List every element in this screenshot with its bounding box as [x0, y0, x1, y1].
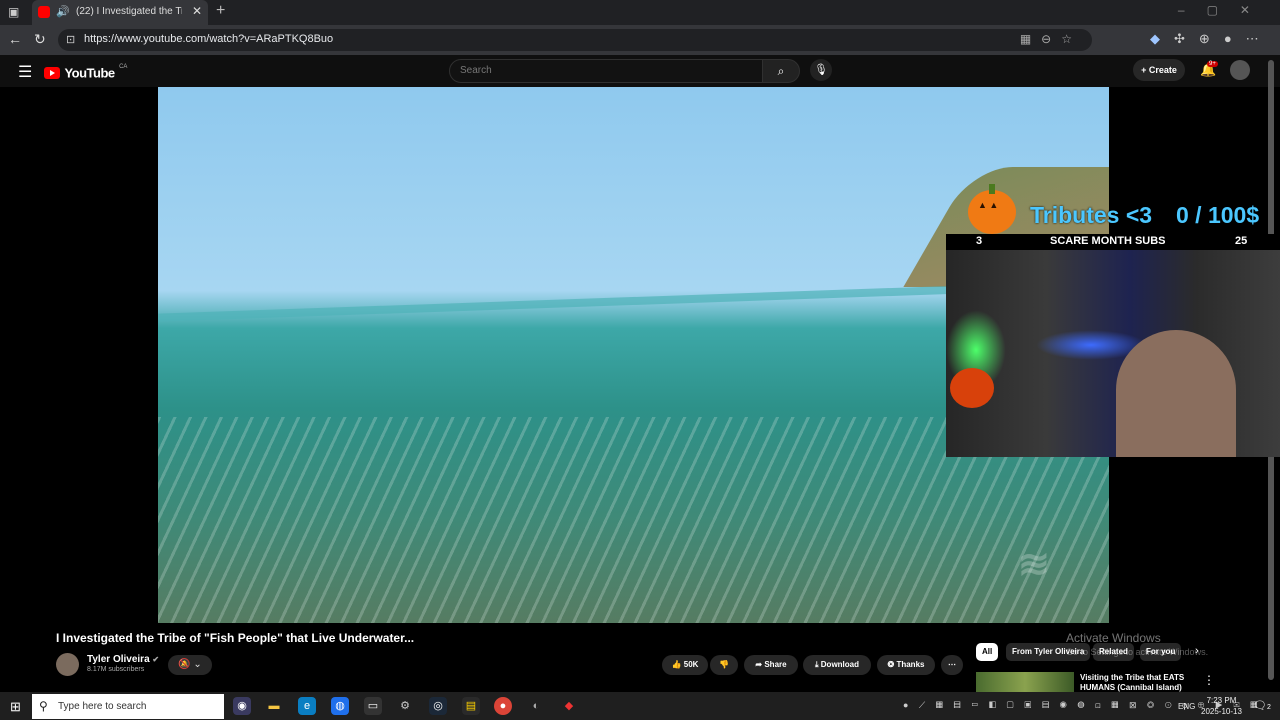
- refresh-icon[interactable]: ↻: [34, 31, 46, 48]
- thanks-button[interactable]: ❂ Thanks: [877, 655, 935, 675]
- video-title: I Investigated the Tribe of "Fish People…: [56, 631, 415, 645]
- activate-windows-subtitle: Go to Settings to activate Windows.: [1066, 647, 1209, 657]
- chip-all[interactable]: All: [976, 643, 999, 661]
- youtube-favicon-icon: [38, 6, 50, 18]
- share-icon: ➦: [755, 660, 763, 669]
- bell-off-icon: 🔕: [178, 659, 191, 670]
- edge-icon[interactable]: e: [298, 697, 316, 715]
- subscription-bell-button[interactable]: 🔕 ⌄: [168, 655, 212, 675]
- system-clock[interactable]: 7:23 PM 2025-10-13: [1201, 695, 1242, 717]
- streamer: [1116, 330, 1236, 457]
- tab-actions-icon[interactable]: ▣: [8, 5, 19, 19]
- new-tab-button[interactable]: +: [216, 2, 225, 20]
- address-tools-icon[interactable]: ▦⊖☆: [1020, 32, 1082, 46]
- create-label: Create: [1148, 65, 1177, 75]
- windows-start-icon[interactable]: ⊞: [10, 699, 21, 715]
- microphone-icon: 🎙: [814, 64, 828, 76]
- search-icon: ⚲: [39, 699, 48, 713]
- tributes-count: 0 / 100$: [1176, 202, 1260, 228]
- search-input[interactable]: [458, 64, 752, 77]
- puzzle-icon: ✣: [1174, 31, 1199, 46]
- browser-extensions[interactable]: ◆✣⊕●⋯: [1150, 31, 1273, 47]
- webcam-overlay: [946, 250, 1280, 457]
- terminal-icon[interactable]: ▭: [364, 697, 382, 715]
- browser-tab[interactable]: 🔊 (22) I Investigated the Tribe of ✕: [32, 0, 208, 25]
- app-icon-2[interactable]: ◐: [527, 697, 545, 715]
- clock-time: 7:23 PM: [1206, 696, 1237, 705]
- file-explorer-icon[interactable]: ▬: [265, 697, 283, 715]
- url-text: https://www.youtube.com/watch?v=ARaPTKQ8…: [84, 33, 334, 45]
- pumpkin-icon: [968, 184, 1016, 234]
- download-icon: ⤓: [815, 660, 819, 669]
- create-button[interactable]: + Create: [1133, 59, 1185, 81]
- share-label: Share: [764, 660, 787, 669]
- search-icon: ⌕: [777, 64, 785, 78]
- subs-goal-label: SCARE MONTH SUBS: [1050, 235, 1166, 247]
- thanks-icon: ❂: [887, 660, 895, 669]
- thumbs-up-icon: 👍: [671, 660, 682, 669]
- window-controls[interactable]: –▢✕: [1178, 3, 1272, 17]
- subscriber-count: 8.17M subscribers: [87, 666, 145, 673]
- close-tab-icon[interactable]: ✕: [192, 4, 202, 18]
- steam-icon[interactable]: ◎: [429, 697, 447, 715]
- search-box[interactable]: [449, 59, 763, 83]
- activate-windows-title: Activate Windows: [1066, 631, 1161, 645]
- editor-icon[interactable]: ▤: [462, 697, 480, 715]
- language-indicator[interactable]: ENG: [1178, 702, 1195, 711]
- verified-icon: ✔: [152, 655, 160, 664]
- tributes-label: Tributes <3: [1030, 202, 1153, 228]
- copilot-icon[interactable]: ◉: [233, 697, 251, 715]
- extension-icon: ◆: [1150, 31, 1174, 46]
- channel-avatar[interactable]: [56, 653, 79, 676]
- download-label: Download: [820, 660, 859, 669]
- download-button[interactable]: ⤓ Download: [803, 655, 871, 675]
- region-code: CA: [119, 64, 128, 70]
- voice-search-button[interactable]: 🎙: [810, 59, 832, 81]
- speaker-icon[interactable]: 🔊: [56, 5, 70, 18]
- address-bar[interactable]: ⊡ https://www.youtube.com/watch?v=ARaPTK…: [58, 29, 1092, 51]
- more-vert-icon[interactable]: ⋮: [1203, 673, 1215, 687]
- notification-count: 2: [1266, 704, 1271, 711]
- recommended-title[interactable]: Visiting the Tribe that EATS HUMANS (Can…: [1080, 673, 1200, 693]
- notification-center-icon[interactable]: 🗨2: [1253, 699, 1271, 712]
- like-button[interactable]: 👍 50K: [662, 655, 708, 675]
- share-button[interactable]: ➦ Share: [744, 655, 798, 675]
- clock-date: 2025-10-13: [1201, 707, 1242, 716]
- more-icon: ⋯: [948, 660, 956, 669]
- menu-icon[interactable]: ☰: [18, 62, 32, 82]
- thumbs-down-icon: 👎: [719, 660, 729, 669]
- chrome-icon[interactable]: ●: [494, 697, 512, 715]
- app-icon-3[interactable]: ◆: [560, 697, 578, 715]
- more-actions-button[interactable]: ⋯: [941, 655, 963, 675]
- profile-icon: ●: [1223, 31, 1246, 46]
- collections-icon: ⊕: [1198, 31, 1224, 46]
- taskbar-search[interactable]: ⚲ Type here to search: [32, 694, 224, 719]
- tab-title: (22) I Investigated the Tribe of: [76, 6, 182, 17]
- channel-name[interactable]: Tyler Oliveira ✔: [87, 654, 159, 665]
- account-avatar[interactable]: [1230, 60, 1250, 80]
- taskbar-search-text: Type here to search: [58, 701, 147, 712]
- dislike-button[interactable]: 👎: [710, 655, 738, 675]
- youtube-logo[interactable]: YouTube CA: [44, 64, 127, 82]
- site-info-icon[interactable]: ⊡: [66, 33, 75, 46]
- chevron-down-icon: ⌄: [193, 659, 202, 670]
- logo-text: YouTube: [64, 65, 115, 81]
- subs-current: 3: [976, 235, 983, 247]
- notification-badge: 9+: [1207, 61, 1218, 67]
- thanks-label: Thanks: [896, 660, 925, 669]
- subs-target: 25: [1235, 235, 1248, 247]
- youtube-play-icon: [44, 66, 60, 79]
- broadcaster-watermark-icon: ≋: [1018, 544, 1050, 586]
- settings-icon[interactable]: ⚙: [396, 697, 414, 715]
- search-button[interactable]: ⌕: [762, 59, 800, 83]
- recommended-thumbnail[interactable]: [976, 672, 1074, 692]
- like-count: 50K: [683, 660, 699, 669]
- channel-name-text: Tyler Oliveira: [87, 654, 150, 665]
- pumpkin-decoration: [950, 368, 994, 408]
- more-icon: ⋯: [1245, 31, 1273, 46]
- back-icon[interactable]: ←: [8, 31, 22, 47]
- app-icon[interactable]: ◍: [331, 697, 349, 715]
